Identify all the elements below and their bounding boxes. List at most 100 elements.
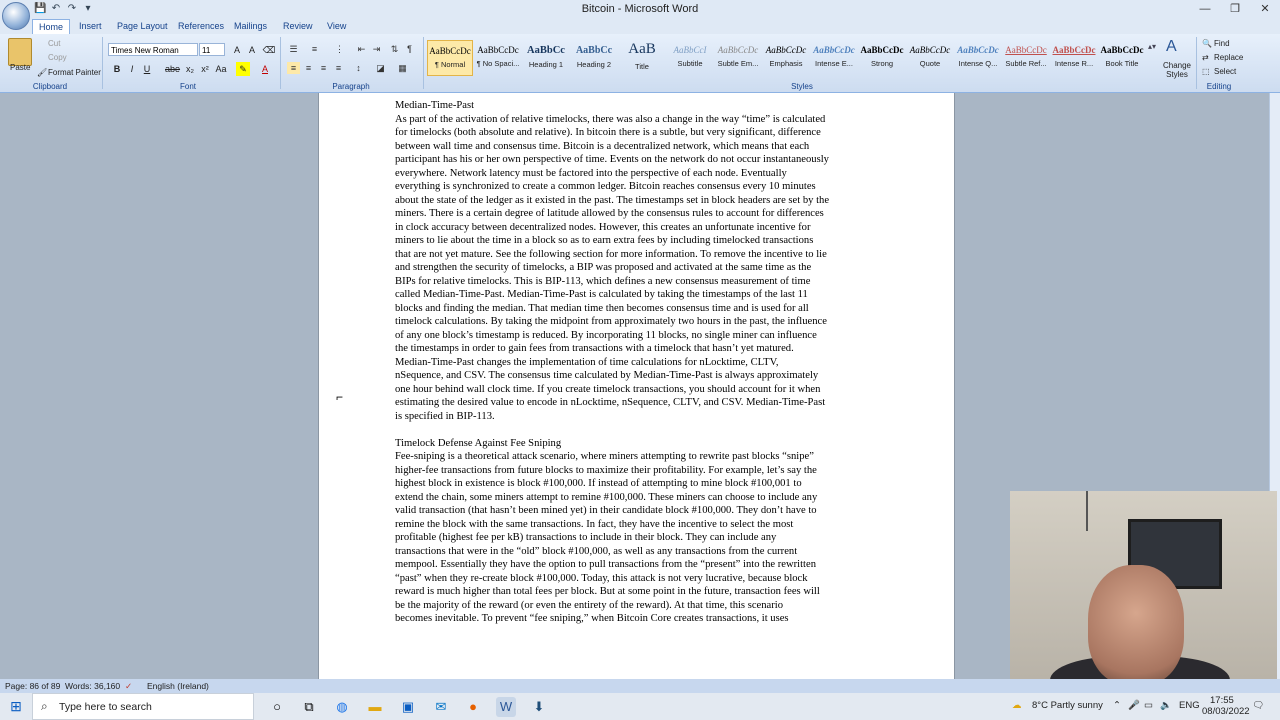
document-line[interactable]: becomes inevitable. To prevent “fee snip…: [395, 612, 789, 626]
mail-icon[interactable]: ✉: [431, 697, 451, 717]
style-subtitle[interactable]: AaBbCcI Subtitle: [667, 40, 713, 76]
document-line[interactable]: profitable (highest fee per kB) transact…: [395, 531, 776, 545]
style-strong[interactable]: AaBbCcDc Strong: [859, 40, 905, 76]
line-spacing-icon[interactable]: ↕: [352, 62, 365, 74]
input-language[interactable]: ENG: [1179, 700, 1200, 711]
style-no-spacing[interactable]: AaBbCcDc ¶ No Spaci...: [475, 40, 521, 76]
document-line[interactable]: higher-fee transactions from future bloc…: [395, 464, 817, 478]
windows-start-icon[interactable]: ⊞: [0, 693, 32, 720]
style-quote[interactable]: AaBbCcDc Quote: [907, 40, 953, 76]
grow-font-icon[interactable]: A: [230, 43, 244, 57]
increase-indent-icon[interactable]: ⇥: [370, 43, 383, 55]
find-icon[interactable]: 🔍: [1202, 39, 1212, 48]
tab-home[interactable]: Home: [32, 19, 71, 35]
font-name-box[interactable]: Times New Roman: [108, 43, 198, 56]
bold-button[interactable]: B: [110, 62, 124, 76]
weather-text[interactable]: 8°C Partly sunny: [1032, 700, 1103, 711]
style-heading-1[interactable]: AaBbCc Heading 1: [523, 40, 569, 76]
office-button[interactable]: [2, 2, 30, 30]
subscript-button[interactable]: x₂: [183, 62, 197, 76]
section-heading[interactable]: Median-Time-Past: [395, 99, 474, 113]
taskbar-search[interactable]: ⌕ Type here to search: [32, 693, 254, 720]
highlight-icon[interactable]: ✎: [236, 62, 250, 76]
document-line[interactable]: that are not yet mature. See the followi…: [395, 248, 827, 262]
volume-icon[interactable]: 🔈: [1160, 700, 1172, 711]
firefox-icon[interactable]: ●: [463, 697, 483, 717]
clear-format-icon[interactable]: ⌫: [262, 43, 276, 57]
styles-scroll-icon[interactable]: ▴▾: [1148, 42, 1156, 51]
font-size-box[interactable]: 11: [199, 43, 225, 56]
document-line[interactable]: participant has his or her own perspecti…: [395, 153, 829, 167]
strikethrough-button[interactable]: abe: [165, 62, 180, 76]
save-icon[interactable]: 💾: [34, 3, 46, 15]
section-heading[interactable]: Timelock Defense Against Fee Sniping: [395, 437, 561, 451]
task-view-icon[interactable]: ⧉: [299, 697, 319, 717]
sort-icon[interactable]: ⇅: [388, 43, 401, 55]
clock-time[interactable]: 17:55: [1210, 695, 1234, 706]
document-line[interactable]: mempool. Essentially they have the optio…: [395, 558, 816, 572]
style-intense-quote[interactable]: AaBbCcDc Intense Q...: [955, 40, 1001, 76]
style-emphasis[interactable]: AaBbCcDc Emphasis: [763, 40, 809, 76]
format-painter-icon[interactable]: 🖌: [37, 68, 47, 77]
paste-button[interactable]: Paste: [10, 63, 30, 72]
format-painter-button[interactable]: Format Painter: [48, 68, 101, 77]
tab-references[interactable]: References: [172, 19, 230, 34]
app-taskbar-icon[interactable]: ⬇: [529, 697, 549, 717]
store-icon[interactable]: ▣: [398, 697, 418, 717]
select-button[interactable]: Select: [1214, 67, 1236, 76]
customize-qat-icon[interactable]: ▾: [82, 3, 94, 15]
replace-button[interactable]: Replace: [1214, 53, 1243, 62]
italic-button[interactable]: I: [125, 62, 139, 76]
document-line[interactable]: valid transaction (that hasn’t been mine…: [395, 504, 817, 518]
word-taskbar-icon[interactable]: W: [496, 697, 516, 717]
style-intense-emphasis[interactable]: AaBbCcDc Intense E...: [811, 40, 857, 76]
tab-view[interactable]: View: [321, 19, 352, 34]
close-button[interactable]: ✕: [1250, 0, 1280, 18]
weather-icon[interactable]: ☁: [1012, 700, 1022, 711]
language-indicator[interactable]: English (Ireland): [147, 681, 209, 691]
clock-date[interactable]: 08/03/2022: [1202, 706, 1250, 717]
document-line[interactable]: is specified in BIP-113.: [395, 410, 495, 424]
underline-button[interactable]: U: [140, 62, 154, 76]
notifications-icon[interactable]: 🗨: [1252, 700, 1264, 711]
font-color-icon[interactable]: A: [258, 62, 272, 76]
cortana-icon[interactable]: ○: [267, 697, 287, 717]
document-line[interactable]: blocks and finding the median. That medi…: [395, 302, 809, 316]
document-line[interactable]: be the majority of the reward (or even t…: [395, 599, 783, 613]
paste-icon[interactable]: [8, 38, 32, 66]
document-line[interactable]: everywhere. Network latency must be fact…: [395, 167, 787, 181]
show-marks-icon[interactable]: ¶: [403, 43, 416, 55]
document-line[interactable]: highest block in existence is block #100…: [395, 477, 802, 491]
align-center-icon[interactable]: ≡: [302, 62, 315, 74]
document-line[interactable]: Fee-sniping is a theoretical attack scen…: [395, 450, 814, 464]
document-line[interactable]: estimating the desired value to encode i…: [395, 396, 825, 410]
document-line[interactable]: of any one block’s timestamp is reduced.…: [395, 329, 817, 343]
align-right-icon[interactable]: ≡: [317, 62, 330, 74]
microphone-icon[interactable]: 🎤: [1128, 700, 1140, 711]
maximize-button[interactable]: ❐: [1220, 0, 1250, 18]
minimize-button[interactable]: —: [1190, 0, 1220, 18]
document-line[interactable]: the timestamps in order to gain fees fro…: [395, 342, 794, 356]
document-line[interactable]: transactions that were in the “old” bloc…: [395, 545, 797, 559]
document-line[interactable]: reward is much higher than total fees pe…: [395, 585, 820, 599]
bullets-icon[interactable]: ☰: [287, 43, 300, 55]
document-line[interactable]: miners. There is a certain degree of lat…: [395, 207, 824, 221]
document-line[interactable]: remine the block with the same transacti…: [395, 518, 793, 532]
style-normal[interactable]: AaBbCcDc ¶ Normal: [427, 40, 473, 76]
tab-review[interactable]: Review: [277, 19, 319, 34]
document-line[interactable]: and strengthen the security of timelocks…: [395, 261, 811, 275]
document-line[interactable]: “past” when they re-create block #100,00…: [395, 572, 808, 586]
page-counter[interactable]: Page: 86 of 89: [5, 681, 60, 691]
cut-button[interactable]: Cut: [48, 39, 60, 48]
undo-icon[interactable]: ↶: [50, 3, 62, 15]
document-line[interactable]: miners to lie about the time in a block …: [395, 234, 813, 248]
style-subtle-emphasis[interactable]: AaBbCcDc Subtle Em...: [715, 40, 761, 76]
document-line[interactable]: nSequence, and CSV. The consensus time c…: [395, 369, 818, 383]
network-icon[interactable]: ▭: [1144, 700, 1153, 711]
proofing-icon[interactable]: ✓: [125, 681, 132, 692]
document-line[interactable]: Median-Time-Past changes the implementat…: [395, 356, 779, 370]
tray-overflow-icon[interactable]: ⌃: [1113, 700, 1121, 711]
change-styles-button[interactable]: Change Styles: [1160, 61, 1194, 79]
edge-icon[interactable]: ◍: [332, 697, 352, 717]
replace-icon[interactable]: ⇄: [1202, 53, 1209, 62]
